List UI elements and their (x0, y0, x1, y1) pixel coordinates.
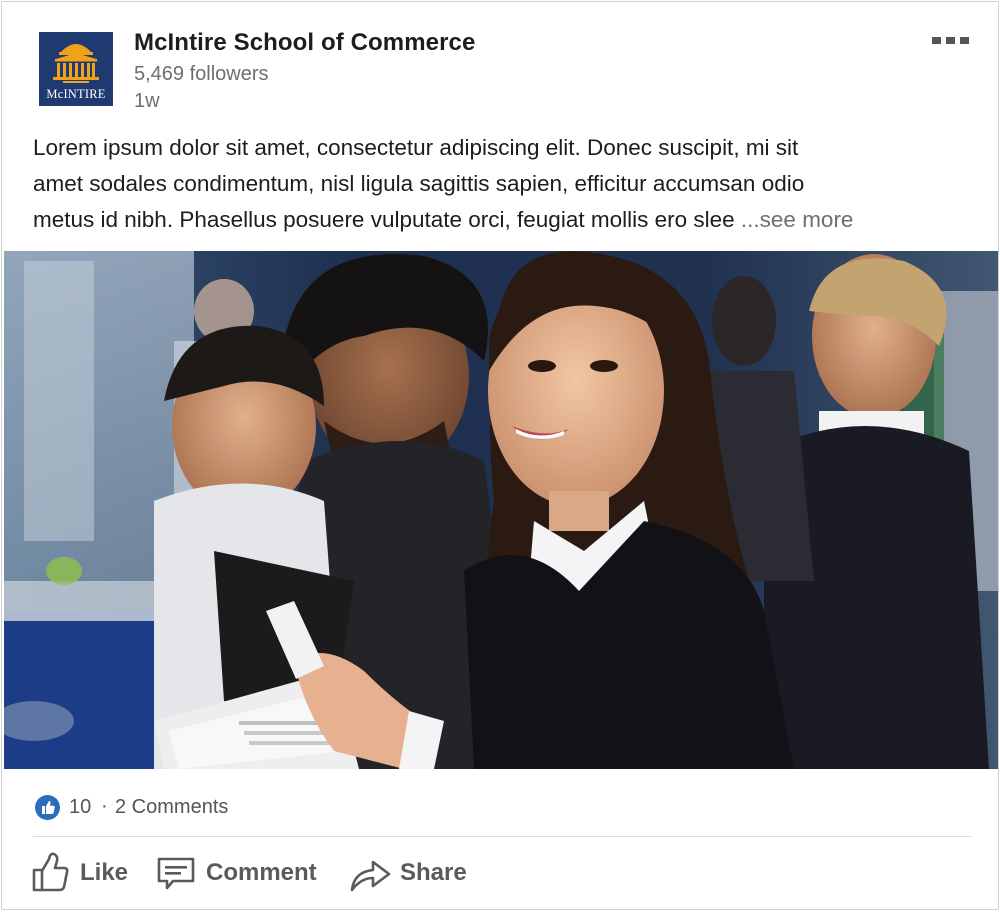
comment-count-link[interactable]: 2 Comments (115, 796, 228, 819)
more-horizontal-icon-dot (946, 37, 955, 44)
post-text-line: metus id nibh. Phasellus posuere vulputa… (33, 202, 978, 238)
logo-wordmark: McINTIRE (46, 87, 106, 101)
more-options-button[interactable] (928, 32, 970, 48)
feed-post-card: McINTIRE McIntire School of Commerce 5,4… (1, 1, 999, 910)
post-text-line-content: metus id nibh. Phasellus posuere vulputa… (33, 207, 735, 232)
post-body-text: Lorem ipsum dolor sit amet, consectetur … (33, 130, 978, 238)
like-count[interactable]: 10 (69, 796, 91, 819)
actions-divider (33, 836, 971, 837)
count-separator: · (101, 795, 108, 817)
comment-icon (157, 857, 195, 890)
like-button[interactable]: Like (31, 850, 131, 896)
career-fair-photo (4, 251, 998, 769)
post-timestamp: 1w (134, 90, 160, 112)
like-button-label: Like (80, 859, 129, 886)
author-name[interactable]: McIntire School of Commerce (134, 29, 475, 57)
follower-count: 5,469 followers (134, 63, 269, 85)
post-text-line: amet sodales condimentum, nisl ligula sa… (33, 171, 805, 196)
share-button-label: Share (400, 859, 467, 886)
post-photo[interactable] (4, 251, 998, 769)
comment-button-label: Comment (206, 859, 317, 886)
more-horizontal-icon-dot (960, 37, 969, 44)
share-arrow-icon (350, 860, 391, 892)
comment-button[interactable]: Comment (156, 850, 326, 896)
like-reaction-icon (35, 795, 60, 820)
company-logo[interactable]: McINTIRE (39, 32, 113, 106)
post-text-line: Lorem ipsum dolor sit amet, consectetur … (33, 135, 799, 160)
more-horizontal-icon (932, 37, 941, 44)
see-more-link[interactable]: ...see more (741, 207, 854, 232)
thumbs-up-icon (32, 852, 69, 892)
share-button[interactable]: Share (349, 850, 474, 896)
